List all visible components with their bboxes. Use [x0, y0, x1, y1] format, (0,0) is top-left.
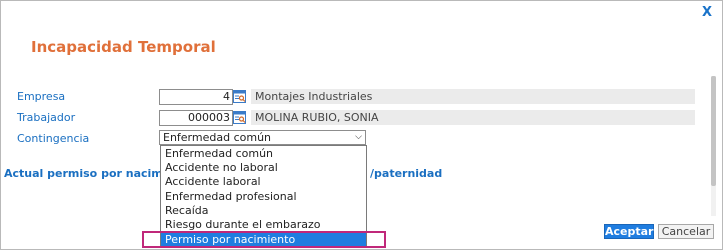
dropdown-option[interactable]: Enfermedad común [161, 147, 366, 161]
cancel-button[interactable]: Cancelar [658, 224, 714, 239]
search-list-icon[interactable] [233, 111, 246, 124]
contingencia-select[interactable]: Enfermedad común ⌵ [159, 130, 366, 145]
scrollbar-thumb[interactable] [711, 76, 716, 186]
highlight-box [142, 231, 386, 248]
dialog-title: Incapacidad Temporal [31, 38, 216, 56]
trabajador-name-field: MOLINA RUBIO, SONIA [251, 110, 695, 125]
chevron-down-icon: ⌵ [355, 132, 362, 142]
trabajador-code-input[interactable]: 000003 [159, 110, 233, 126]
dropdown-option[interactable]: Accidente no laboral [161, 161, 366, 175]
dropdown-option[interactable]: Accidente laboral [161, 175, 366, 189]
dropdown-option[interactable]: Recaída [161, 204, 366, 218]
section-heading-right: /paternidad [370, 167, 443, 180]
contingencia-label: Contingencia [17, 132, 90, 145]
dropdown-option[interactable]: Enfermedad profesional [161, 190, 366, 204]
empresa-name-field: Montajes Industriales [251, 89, 695, 104]
empresa-code-input[interactable]: 4 [159, 89, 233, 105]
dropdown-option[interactable]: Riesgo durante el embarazo [161, 218, 366, 232]
contingencia-value: Enfermedad común [163, 131, 272, 144]
search-list-icon[interactable] [233, 90, 246, 103]
trabajador-label: Trabajador [17, 111, 76, 124]
accept-button[interactable]: Aceptar [604, 224, 654, 239]
close-button[interactable]: X [700, 5, 714, 21]
empresa-label: Empresa [17, 90, 66, 103]
